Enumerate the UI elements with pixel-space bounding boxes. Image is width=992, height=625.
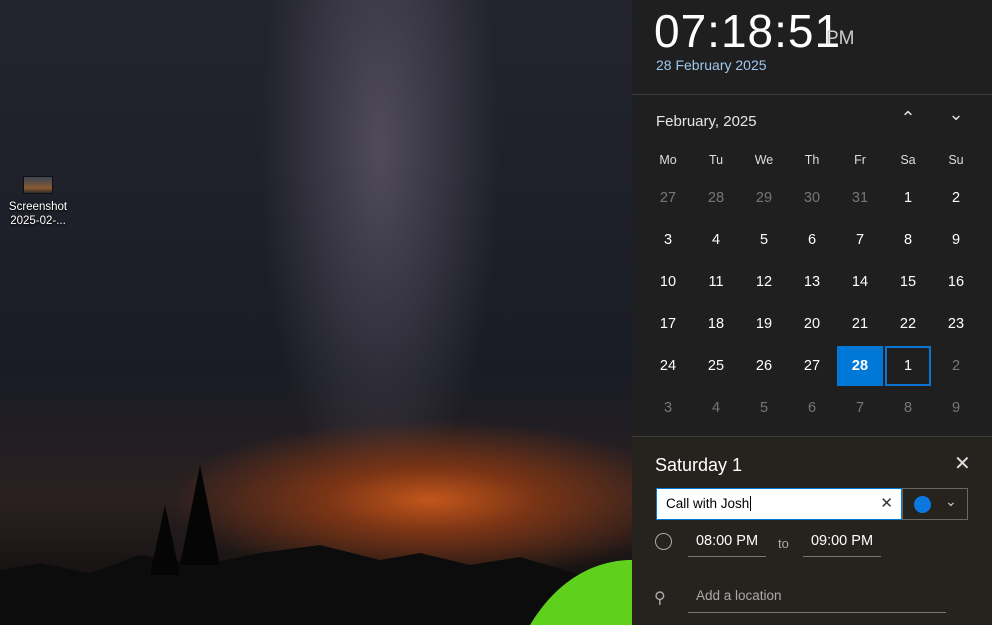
landscape-silhouette (0, 465, 632, 625)
calendar-day[interactable]: 10 (645, 262, 691, 302)
calendar-day[interactable]: 7 (837, 220, 883, 260)
clock-time: 07:18:51 (654, 5, 842, 57)
calendar-day[interactable]: 3 (645, 388, 691, 428)
location-icon: ⚲ (654, 590, 666, 607)
calendar-color-dropdown[interactable]: ⌄ (902, 488, 968, 520)
calendar-day[interactable]: 21 (837, 304, 883, 344)
weekday-header: Sa (900, 153, 916, 167)
calendar-day[interactable]: 4 (693, 388, 739, 428)
month-label[interactable]: February, 2025 (656, 113, 757, 130)
chevron-down-icon: ⌄ (945, 493, 957, 509)
calendar-day[interactable]: 15 (885, 262, 931, 302)
weekday-header: Mo (659, 153, 677, 167)
weekday-header: Tu (708, 153, 724, 167)
clock-icon (655, 533, 672, 550)
calendar-day[interactable]: 27 (789, 346, 835, 386)
color-dot-icon (914, 496, 931, 513)
desktop: Screenshot 2025-02-... (0, 0, 632, 625)
calendar-day[interactable]: 1 (885, 346, 931, 386)
start-time-picker[interactable]: 08:00 PM (688, 529, 766, 557)
weekday-header: Su (948, 153, 964, 167)
divider (632, 94, 992, 95)
calendar-day[interactable]: 2 (933, 346, 979, 386)
calendar-day[interactable]: 14 (837, 262, 883, 302)
calendar-day[interactable]: 9 (933, 388, 979, 428)
calendar-day[interactable]: 28 (693, 178, 739, 218)
event-name-input[interactable]: Call with Josh ✕ (656, 488, 902, 520)
calendar-day[interactable]: 28 (837, 346, 883, 386)
calendar-day[interactable]: 4 (693, 220, 739, 260)
calendar-day[interactable]: 26 (741, 346, 787, 386)
calendar-day[interactable]: 7 (837, 388, 883, 428)
clock-ampm: PM (826, 28, 855, 49)
calendar-day[interactable]: 25 (693, 346, 739, 386)
calendar-day[interactable]: 2 (933, 178, 979, 218)
event-day-title: Saturday 1 (655, 455, 743, 475)
image-file-icon (23, 176, 53, 194)
end-time-picker[interactable]: 09:00 PM (803, 529, 881, 557)
desktop-icon-screenshot[interactable]: Screenshot 2025-02-... (4, 176, 72, 228)
event-editor: Saturday 1 ✕ Call with Josh ✕ ⌄ 08:00 PM … (632, 436, 992, 625)
calendar-day[interactable]: 8 (885, 220, 931, 260)
chevron-down-icon[interactable]: ⌄ (941, 104, 971, 130)
calendar-day[interactable]: 6 (789, 388, 835, 428)
calendar-day[interactable]: 23 (933, 304, 979, 344)
location-input[interactable]: Add a location (688, 583, 946, 613)
calendar-day[interactable]: 5 (741, 220, 787, 260)
calendar-day[interactable]: 12 (741, 262, 787, 302)
calendar-day[interactable]: 9 (933, 220, 979, 260)
to-label: to (778, 536, 789, 551)
calendar-day[interactable]: 17 (645, 304, 691, 344)
calendar-day[interactable]: 16 (933, 262, 979, 302)
calendar-day[interactable]: 6 (789, 220, 835, 260)
calendar-flyout: 07:18:51 PM 28 February 2025 February, 2… (632, 0, 992, 625)
calendar-day[interactable]: 19 (741, 304, 787, 344)
calendar-day[interactable]: 27 (645, 178, 691, 218)
chevron-up-icon[interactable]: ⌃ (893, 108, 923, 134)
calendar-day[interactable]: 30 (789, 178, 835, 218)
calendar-day[interactable]: 20 (789, 304, 835, 344)
calendar-day[interactable]: 31 (837, 178, 883, 218)
icon-label: Screenshot (8, 201, 68, 213)
weekday-header: Fr (854, 153, 866, 167)
calendar-day[interactable]: 18 (693, 304, 739, 344)
close-icon[interactable]: ✕ (954, 451, 971, 476)
weekday-header: Th (804, 153, 820, 167)
calendar-day[interactable]: 1 (885, 178, 931, 218)
icon-label: 2025-02-... (10, 215, 66, 227)
event-name-value: Call with Josh (666, 496, 750, 511)
calendar-day[interactable]: 8 (885, 388, 931, 428)
calendar-day[interactable]: 24 (645, 346, 691, 386)
calendar-day[interactable]: 3 (645, 220, 691, 260)
calendar-day[interactable]: 13 (789, 262, 835, 302)
calendar-day[interactable]: 11 (693, 262, 739, 302)
calendar-day[interactable]: 29 (741, 178, 787, 218)
clock-date-link[interactable]: 28 February 2025 (656, 57, 767, 73)
clear-icon[interactable]: ✕ (880, 489, 893, 519)
weekday-header: We (754, 153, 774, 167)
calendar-day[interactable]: 22 (885, 304, 931, 344)
calendar-day[interactable]: 5 (741, 388, 787, 428)
